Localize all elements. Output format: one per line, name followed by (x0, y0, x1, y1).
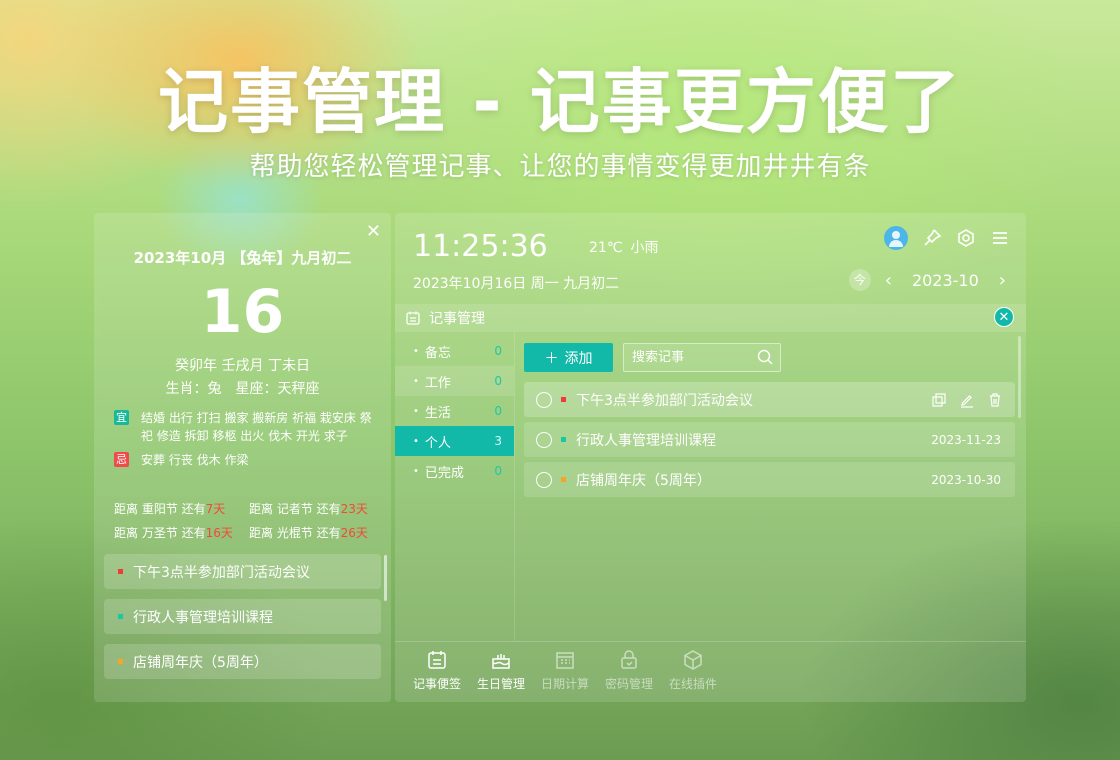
search-input[interactable] (632, 350, 752, 365)
toolbar-icons (884, 226, 1010, 250)
note-actions (931, 392, 1003, 408)
nav-birthday[interactable]: 生日管理 (469, 649, 533, 692)
settings-icon[interactable] (956, 228, 976, 248)
category-item[interactable]: • 工作 0 (395, 366, 514, 396)
module-title: 记事管理 (429, 311, 485, 327)
avatar-icon[interactable] (884, 226, 908, 250)
scrollbar[interactable] (1018, 336, 1021, 418)
month-navigator: 今 ‹ 2023-10 › (848, 269, 1010, 291)
category-item[interactable]: • 生活 0 (395, 396, 514, 426)
search-box (623, 343, 781, 372)
module-header: 记事管理 ✕ (395, 304, 1026, 332)
cake-icon (492, 654, 510, 669)
notes-list: 下午3点半参加部门活动会议 行政人事管理培训课程 2023-11-23 店铺周年… (524, 382, 1015, 502)
countdown-item: 距离 光棍节 还有26天 (249, 525, 368, 540)
add-button[interactable]: ＋添加 (524, 343, 613, 372)
notepad-icon (406, 311, 420, 325)
note-date: 2023-11-23 (931, 432, 1001, 447)
divider (395, 641, 1026, 642)
complete-checkbox[interactable] (536, 431, 552, 448)
list-item[interactable]: 行政人事管理培训课程 2023-11-23 (524, 422, 1015, 457)
constellation: 星座：天秤座 (235, 381, 320, 397)
copy-icon[interactable] (931, 392, 947, 408)
close-icon[interactable]: ✕ (366, 221, 381, 242)
divider (514, 332, 515, 641)
clock-time: 11:25:36 (413, 229, 548, 264)
weather: 21℃ 小雨 (589, 240, 659, 256)
notepad-icon (428, 651, 446, 669)
complete-checkbox[interactable] (536, 471, 552, 488)
hero-subtitle: 帮助您轻松管理记事、让您的事情变得更加井井有条 (249, 152, 871, 182)
main-panel: 11:25:36 21℃ 小雨 2023年10月16日 周一 九月初二 今 ‹ 2… (395, 213, 1026, 702)
list-item[interactable]: 店铺周年庆（5周年） (104, 644, 381, 679)
chevron-left-icon[interactable]: ‹ (881, 270, 896, 291)
menu-icon[interactable] (990, 228, 1010, 248)
full-date: 2023年10月16日 周一 九月初二 (413, 276, 620, 292)
color-marker-icon (118, 659, 123, 664)
list-item[interactable]: 行政人事管理培训课程 (104, 599, 381, 634)
yi-row: 宜 结婚 出行 打扫 搬家 搬新房 祈福 栽安床 祭祀 修造 拆卸 移柩 出火 … (114, 409, 374, 445)
color-marker-icon (118, 569, 123, 574)
note-text: 下午3点半参加部门活动会议 (576, 392, 753, 409)
category-item[interactable]: • 已完成 0 (395, 456, 514, 486)
lunar-date: 癸卯年 壬戌月 丁未日 (175, 358, 310, 374)
today-notes-list: 下午3点半参加部门活动会议 行政人事管理培训课程 店铺周年庆（5周年） (104, 554, 381, 689)
category-list: • 备忘 0 • 工作 0 • 生活 0 • 个人 3 • 已完成 0 (395, 336, 514, 486)
nav-plugins[interactable]: 在线插件 (661, 649, 725, 692)
zodiac: 生肖：兔 (165, 381, 222, 397)
complete-checkbox[interactable] (536, 391, 552, 408)
list-item[interactable]: 下午3点半参加部门活动会议 (104, 554, 381, 589)
countdown-item: 距离 万圣节 还有16天 (114, 525, 233, 540)
yi-text: 结婚 出行 打扫 搬家 搬新房 祈福 栽安床 祭祀 修造 拆卸 移柩 出火 伐木… (141, 411, 372, 443)
current-month: 2023-10 (911, 270, 979, 290)
category-item[interactable]: • 备忘 0 (395, 336, 514, 366)
close-icon[interactable]: ✕ (994, 307, 1014, 327)
trash-icon[interactable] (987, 392, 1003, 408)
cube-icon (684, 650, 702, 670)
category-item-active[interactable]: • 个人 3 (395, 426, 514, 456)
pin-icon[interactable] (922, 228, 942, 248)
nav-notes[interactable]: 记事便签 (405, 649, 469, 692)
list-item[interactable]: 下午3点半参加部门活动会议 (524, 382, 1015, 417)
nav-date-calc[interactable]: 日期计算 (533, 649, 597, 692)
scrollbar[interactable] (384, 555, 387, 601)
color-marker-icon (561, 397, 566, 402)
zodiac-line: 生肖：兔 星座：天秤座 (94, 378, 391, 398)
festival-countdown: 距离 重阳节 还有7天 距离 记者节 还有23天 距离 万圣节 还有16天 距离… (114, 496, 384, 544)
countdown-item: 距离 重阳节 还有7天 (114, 501, 226, 516)
calendar-grid-icon (556, 652, 574, 669)
ji-row: 忌 安葬 行丧 伐木 作梁 (114, 451, 374, 469)
calendar-panel: ✕ 2023年10月 【兔年】九月初二 16 癸卯年 壬戌月 丁未日 生肖：兔星… (94, 213, 391, 702)
note-date: 2023-10-30 (931, 472, 1001, 487)
bottom-nav: 记事便签 生日管理 日期计算 密码管理 在线插件 (405, 649, 725, 692)
plus-icon: ＋ (544, 350, 559, 367)
yi-badge: 宜 (114, 410, 129, 425)
today-button[interactable]: 今 (848, 269, 871, 291)
chevron-right-icon[interactable]: › (995, 270, 1010, 291)
color-marker-icon (118, 614, 123, 619)
lock-icon (621, 650, 637, 669)
countdown-item: 距离 记者节 还有23天 (249, 501, 368, 516)
note-text: 行政人事管理培训课程 (576, 432, 716, 449)
search-icon[interactable] (756, 348, 774, 366)
note-text: 店铺周年庆（5周年） (576, 472, 711, 489)
calendar-date-line: 2023年10月 【兔年】九月初二 (133, 249, 352, 267)
ji-text: 安葬 行丧 伐木 作梁 (141, 453, 249, 467)
color-marker-icon (561, 477, 566, 482)
hero-title: 记事管理 - 记事更方便了 (158, 61, 962, 143)
color-marker-icon (561, 437, 566, 442)
nav-password[interactable]: 密码管理 (597, 649, 661, 692)
calendar-day-number: 16 (200, 277, 285, 347)
edit-icon[interactable] (959, 392, 975, 408)
ji-badge: 忌 (114, 452, 129, 467)
list-item[interactable]: 店铺周年庆（5周年） 2023-10-30 (524, 462, 1015, 497)
